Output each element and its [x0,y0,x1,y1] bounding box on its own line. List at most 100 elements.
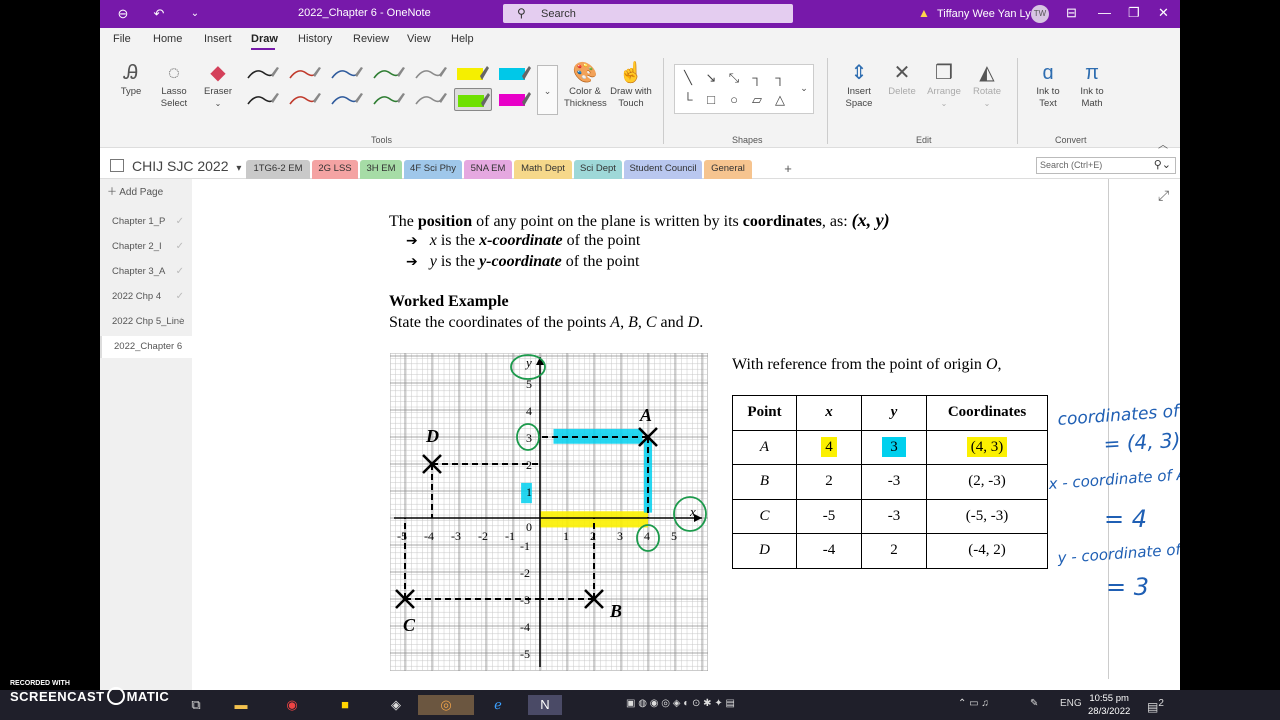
pen-swatch[interactable] [496,62,534,85]
eraser-dropdown-icon[interactable]: ⌄ [200,98,236,110]
pen-swatch[interactable] [412,88,450,111]
sticky-notes-icon[interactable]: ■ [334,695,356,715]
section-tab[interactable]: Sci Dept [574,160,622,179]
section-tab[interactable]: General [704,160,752,179]
pen-gallery-more-icon[interactable]: ⌄ [537,65,558,115]
user-name[interactable]: Tiffany Wee Yan Lyn [937,8,1037,20]
file-explorer-icon[interactable]: ▬ [230,695,252,715]
section-tab[interactable]: Math Dept [514,160,572,179]
triangle-shape-icon[interactable]: △ [771,91,789,109]
add-page-button[interactable]: ＋ Add Page [107,183,163,198]
pen-swatch[interactable] [454,88,492,111]
pen-swatch[interactable] [496,88,534,111]
section-tab[interactable]: 4F Sci Phy [404,160,462,179]
menu-review[interactable]: Review [353,33,389,45]
color-thickness-button[interactable]: 🎨 Color & Thickness [564,60,607,110]
quick-access-dropdown-icon[interactable]: ⌄ [186,5,204,23]
ink-to-text-button[interactable]: ɑ Ink to Text [1028,60,1068,110]
corner-shape-icon[interactable]: ┐ [748,69,766,87]
menu-insert[interactable]: Insert [204,33,232,45]
menu-file[interactable]: File [113,33,131,45]
menu-help[interactable]: Help [451,33,474,45]
shapes-more-icon[interactable]: ⌄ [795,79,813,97]
tray-icons[interactable]: ▣ ◍ ◉ ◎ ◈ ◐ ⊙ ✱ ✦ ▤ [626,698,735,709]
section-tab[interactable]: 3H EM [360,160,402,179]
add-section-button[interactable]: + [778,161,798,178]
draw-with-touch-button[interactable]: ☝ Draw with Touch [608,60,654,110]
section-tab[interactable]: 2G LSS [312,160,358,179]
search-input[interactable]: ⚲ Search [503,4,793,23]
insert-space-button[interactable]: ⇕ Insert Space [838,60,880,110]
pen-swatch[interactable] [454,62,492,85]
pen-swatch[interactable] [328,62,366,85]
corner-arrow-shape-icon[interactable]: ┐ [771,69,789,87]
bracket-shape-icon[interactable]: └ [679,91,697,109]
rectangle-shape-icon[interactable]: □ [702,91,720,109]
menu-history[interactable]: History [298,33,332,45]
chrome-icon[interactable]: ◉ [281,695,303,715]
maximize-icon[interactable]: ❐ [1128,5,1140,21]
pen-swatch[interactable] [244,88,282,111]
clock[interactable]: 10:55 pm 28/3/2022 [1088,692,1130,718]
table-cell: -3 [861,498,927,534]
page-list-item[interactable]: 2022_Chapter 6 [100,336,192,358]
rotate-button[interactable]: ◭ Rotate ⌄ [968,60,1006,110]
undo-icon[interactable]: ↶ [150,5,168,23]
pen-swatch[interactable] [370,62,408,85]
pen-swatch[interactable] [370,88,408,111]
pen-swatch[interactable] [244,62,282,85]
menu-view[interactable]: View [407,33,431,45]
section-tab[interactable]: Student Council [624,160,702,179]
page-list-item[interactable]: Chapter 3_A ✓ [100,261,192,283]
type-tool[interactable]: Ꭿ Type [114,60,148,98]
tray-overflow-icon[interactable]: ⌃ ▭ ♫ [958,698,989,709]
pen-swatch[interactable] [328,88,366,111]
line-shape-icon[interactable]: ╲ [679,69,697,87]
pen-menu-icon[interactable]: ✎ [1030,698,1038,709]
page-list-item[interactable]: 2022 Chp 5_Line ✓ [100,311,192,333]
back-icon[interactable]: ⊖ [114,5,132,23]
minimize-icon[interactable]: — [1098,5,1111,20]
paint-icon[interactable]: ◈ [385,695,407,715]
double-arrow-shape-icon[interactable]: ⤡ [725,69,743,87]
page-item-label: 2022_Chapter 6 [114,341,183,352]
y-tick-label: -5 [520,647,530,661]
section-tab[interactable]: 1TG6-2 EM [246,160,310,179]
arrange-button[interactable]: ❒ Arrange ⌄ [924,60,964,110]
edge-icon[interactable]: ℯ [487,695,509,715]
pen-swatch[interactable] [286,62,324,85]
recorder-watermark: RECORDED WITH SCREENCAST MATIC [10,680,169,705]
pen-swatch[interactable] [412,62,450,85]
y-tick-label: 3 [526,431,532,445]
page-search-input[interactable]: Search (Ctrl+E) ⚲⌄ [1036,157,1176,174]
page-list-item[interactable]: 2022 Chp 4 ✓ [100,286,192,308]
ribbon-display-icon[interactable]: ⊟ [1066,5,1077,21]
arrow-shape-icon[interactable]: ↘ [702,69,720,87]
notebook-selector[interactable]: CHIJ SJC 2022 ▾ [110,158,241,174]
expand-icon[interactable]: ⤢ [1158,187,1169,204]
menu-draw[interactable]: Draw [251,33,278,45]
shapes-gallery: ╲ ↘ ⤡ ┐ ┐ └ □ ○ ▱ △ ⌄ [674,64,814,114]
ink-to-math-button[interactable]: π Ink to Math [1072,60,1112,110]
parallelogram-shape-icon[interactable]: ▱ [748,91,766,109]
page-list-item[interactable]: Chapter 1_P ✓ [100,211,192,233]
menu-home[interactable]: Home [153,33,182,45]
pen-swatch[interactable] [286,88,324,111]
ellipse-shape-icon[interactable]: ○ [725,91,743,109]
language-indicator[interactable]: ENG [1060,698,1082,709]
handwriting-line: = (4, 3) [1103,428,1180,456]
avatar[interactable]: TW [1031,5,1049,23]
task-view-icon[interactable]: ⧉ [185,695,207,715]
notification-icon[interactable]: ▤2 [1147,698,1164,714]
close-icon[interactable]: ✕ [1158,5,1169,21]
collapse-ribbon-icon[interactable]: ︿ [1158,136,1168,151]
page-list-item[interactable]: Chapter 2_I ✓ [100,236,192,258]
onenote-icon[interactable]: N [528,695,562,715]
eraser-tool[interactable]: ◆ Eraser ⌄ [200,60,236,110]
page-canvas[interactable]: ⤢ The position of any point on the plane… [192,179,1180,690]
screencast-icon[interactable]: ◎ [418,695,474,715]
lasso-select-tool[interactable]: ◌ Lasso Select [154,60,194,110]
warning-icon[interactable]: ▲ [918,6,930,20]
delete-button[interactable]: ✕ Delete [884,60,920,98]
section-tab[interactable]: 5NA EM [464,160,512,179]
